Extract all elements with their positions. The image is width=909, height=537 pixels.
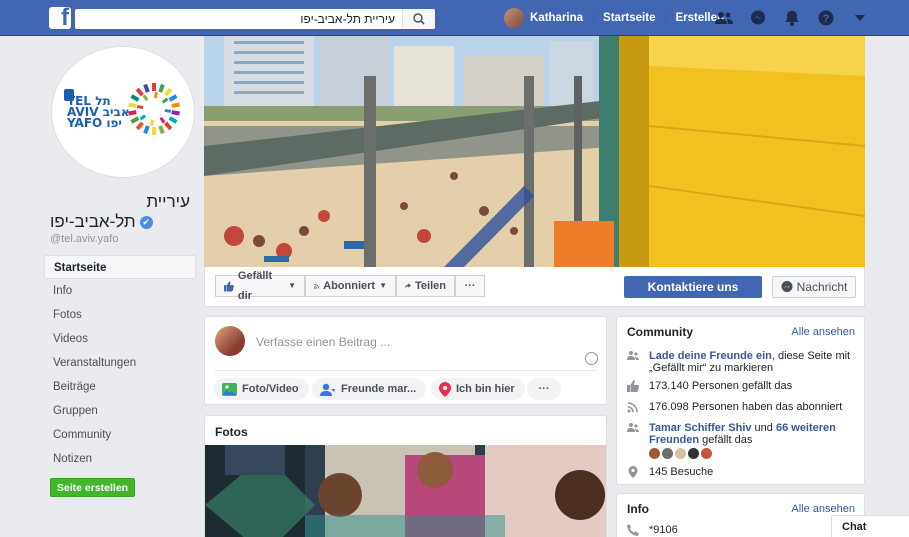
friends-icon: [627, 423, 639, 432]
divider: [214, 370, 597, 371]
message-button[interactable]: Nachricht: [772, 276, 856, 298]
cover-beach-image: [204, 36, 865, 267]
create-page-button[interactable]: Seite erstellen: [50, 478, 135, 497]
invite-friends-row: Lade deine Freunde ein, diese Seite mit …: [627, 350, 857, 374]
avatar[interactable]: [675, 448, 686, 459]
friends-like-row: Tamar Schiffer Shiv und 66 weiteren Freu…: [627, 422, 857, 460]
avatar[interactable]: [662, 448, 673, 459]
profile-link[interactable]: Katharina: [494, 0, 593, 36]
friends-icon[interactable]: [707, 0, 741, 36]
menu-item-startseite[interactable]: Startseite: [44, 255, 196, 279]
top-navigation-bar: f עיריית תל-אביב-יפו Katharina Startseit…: [0, 0, 909, 36]
help-icon[interactable]: ?: [809, 0, 843, 36]
info-section: Info Alle ansehen *9106: [616, 493, 865, 537]
page-title-line2: תל-אביב-יפו: [50, 212, 136, 231]
menu-item-beitraege[interactable]: Beiträge: [44, 375, 196, 399]
rss-icon: [627, 402, 638, 413]
chevron-down-icon: ▼: [288, 281, 296, 290]
section-title: Community: [627, 325, 693, 339]
like-button[interactable]: Gefällt dir ▼: [215, 270, 305, 302]
home-link[interactable]: Startseite: [593, 0, 665, 36]
share-button[interactable]: Teilen: [396, 275, 455, 297]
menu-item-notizen[interactable]: Notizen: [44, 447, 196, 471]
tag-friends-button[interactable]: Freunde mar...: [312, 378, 427, 400]
children-photo-image: [205, 445, 606, 537]
post-composer: Verfasse einen Beitrag ... Foto/Video Fr…: [204, 316, 607, 405]
profile-picture[interactable]: TEL תל AVIV אביב YAFO יפו: [51, 46, 195, 178]
location-pin-icon: [628, 466, 638, 478]
page-title[interactable]: עיריית תל-אביב-יפו ✔: [50, 192, 190, 232]
friend-name-link[interactable]: Tamar Schiffer Shiv: [649, 422, 752, 434]
section-title[interactable]: Fotos: [215, 425, 248, 439]
rss-icon: [314, 283, 320, 289]
location-pin-icon: [439, 381, 451, 397]
avatar: [504, 8, 524, 28]
page-title-line2-row: תל-אביב-יפו ✔: [50, 212, 190, 232]
avatar[interactable]: [649, 448, 660, 459]
follow-button[interactable]: Abonniert ▼: [305, 275, 396, 297]
left-column: TEL תל AVIV אביב YAFO יפו עיריית תל-אביב…: [44, 36, 196, 516]
search-icon: [413, 13, 425, 25]
menu-item-veranstaltungen[interactable]: Veranstaltungen: [44, 351, 196, 375]
community-section: Community Alle ansehen Lade deine Freund…: [616, 316, 865, 485]
menu-item-fotos[interactable]: Fotos: [44, 303, 196, 327]
more-options-button[interactable]: ···: [527, 378, 561, 400]
menu-item-info[interactable]: Info: [44, 279, 196, 303]
page-menu: Startseite Info Fotos Videos Veranstaltu…: [44, 255, 196, 471]
cover-photo[interactable]: [204, 36, 865, 267]
search-button[interactable]: [402, 9, 435, 29]
page-handle[interactable]: @tel.aviv.yafo: [50, 233, 118, 245]
page-action-bar: Gefällt dir ▼ Abonniert ▼ Teilen ··· Kon…: [204, 267, 865, 307]
contact-us-button[interactable]: Kontaktiere uns: [624, 276, 762, 298]
avatar[interactable]: [701, 448, 712, 459]
page-title-line1: עיריית: [146, 192, 190, 211]
see-all-link[interactable]: Alle ansehen: [791, 326, 855, 338]
friends-icon: [627, 351, 639, 360]
messenger-icon: [781, 281, 793, 292]
verified-badge-icon: ✔: [139, 215, 153, 229]
chevron-down-icon[interactable]: [843, 0, 877, 36]
menu-item-community[interactable]: Community: [44, 423, 196, 447]
checkin-button[interactable]: Ich bin hier: [431, 378, 525, 400]
svg-text:?: ?: [823, 13, 830, 25]
menu-item-gruppen[interactable]: Gruppen: [44, 399, 196, 423]
notifications-icon[interactable]: [775, 0, 809, 36]
invite-friends-link[interactable]: Lade deine Freunde ein: [649, 350, 772, 362]
thumbs-up-icon: [627, 380, 639, 392]
friend-avatars: [649, 448, 859, 459]
chat-tab[interactable]: Chat: [831, 515, 909, 537]
composer-input[interactable]: Verfasse einen Beitrag ...: [256, 335, 390, 349]
chevron-down-icon: ▼: [379, 281, 387, 290]
top-nav-links: Katharina Startseite Erstellen: [494, 0, 734, 36]
phone-icon: [627, 524, 639, 536]
avatar[interactable]: [688, 448, 699, 459]
logo-wordmark: TEL תל AVIV אביב YAFO יפו: [67, 94, 130, 130]
menu-item-videos[interactable]: Videos: [44, 327, 196, 351]
section-title: Info: [627, 502, 649, 516]
emoji-icon[interactable]: [585, 352, 598, 365]
tag-friends-icon: [320, 383, 335, 396]
more-actions-button[interactable]: ···: [455, 275, 485, 297]
photo-thumbnail[interactable]: [205, 445, 606, 537]
photos-section: Fotos: [204, 415, 607, 537]
facebook-logo-icon[interactable]: f: [49, 7, 71, 29]
search-value: עיריית תל-אביב-יפו: [300, 12, 395, 26]
messenger-icon[interactable]: [741, 0, 775, 36]
top-icons: ?: [707, 0, 877, 36]
avatar: [215, 326, 245, 356]
photo-video-button[interactable]: Foto/Video: [214, 378, 309, 400]
see-all-link[interactable]: Alle ansehen: [791, 503, 855, 515]
photo-icon: [222, 382, 237, 396]
search-input[interactable]: עיריית תל-אביב-יפו: [75, 9, 435, 29]
thumbs-up-icon: [224, 281, 234, 291]
share-arrow-icon: [405, 283, 412, 289]
